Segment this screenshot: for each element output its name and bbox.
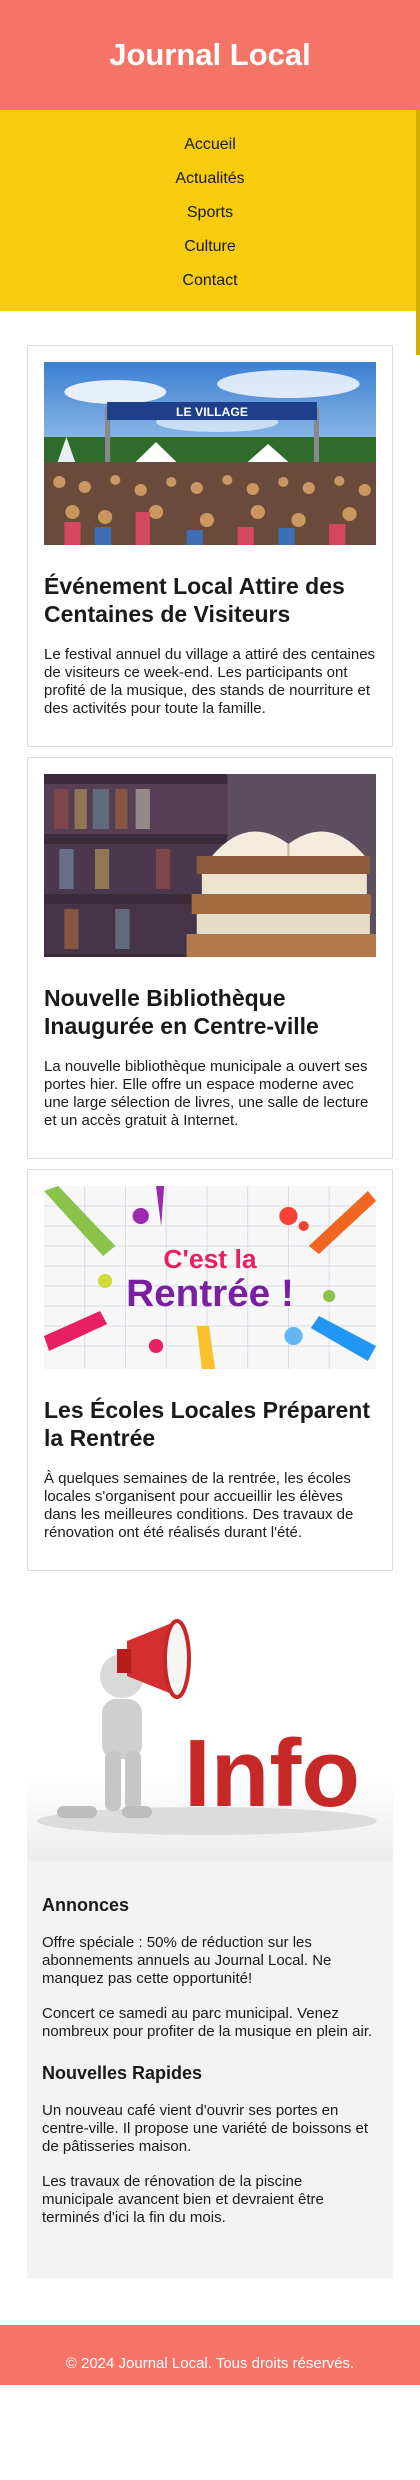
nav-link-sports[interactable]: Sports <box>0 196 420 230</box>
rentree-image: C'est la Rentrée ! <box>44 1186 376 1369</box>
copyright-text: © 2024 Journal Local. Tous droits réserv… <box>65 2355 355 2372</box>
article-card-library: Nouvelle Bibliothèque Inaugurée en Centr… <box>27 757 393 1159</box>
info-megaphone-image: Info <box>27 1581 393 1861</box>
scrollbar[interactable] <box>416 110 420 355</box>
site-header: Journal Local <box>0 0 420 110</box>
news-item: Un nouveau café vient d'ouvrir ses porte… <box>42 2102 369 2155</box>
article-card-school: C'est la Rentrée ! Les Écoles Locales Pr… <box>27 1169 393 1571</box>
nav-link-culture[interactable]: Culture <box>0 230 420 264</box>
nav-link-accueil[interactable]: Accueil <box>0 128 420 162</box>
article-title[interactable]: Nouvelle Bibliothèque Inaugurée en Centr… <box>44 984 376 1040</box>
article-body: Le festival annuel du village a attiré d… <box>44 646 376 717</box>
site-title: Journal Local <box>109 37 311 72</box>
rentree-text-top: C'est la <box>163 1244 257 1274</box>
library-books-image <box>44 774 376 957</box>
rentree-text-bottom: Rentrée ! <box>126 1272 294 1315</box>
quick-news-heading: Nouvelles Rapides <box>42 2063 203 2083</box>
article-body: La nouvelle bibliothèque municipale a ou… <box>44 1058 369 1129</box>
sidebar: Annonces Offre spéciale : 50% de réducti… <box>27 1861 393 2278</box>
article-body: À quelques semaines de la rentrée, les é… <box>44 1470 354 1541</box>
festival-banner-text: LE VILLAGE <box>176 405 248 419</box>
article-card-festival: LE VILLAGE Événement Local Attire des Ce… <box>27 345 393 747</box>
announcement-item: Concert ce samedi au parc municipal. Ven… <box>42 2005 373 2040</box>
news-item: Les travaux de rénovation de la piscine … <box>42 2173 324 2226</box>
article-title[interactable]: Les Écoles Locales Préparent la Rentrée <box>44 1396 376 1452</box>
site-footer: © 2024 Journal Local. Tous droits réserv… <box>0 2325 420 2385</box>
festival-image: LE VILLAGE <box>44 362 376 545</box>
main-nav: Accueil Actualités Sports Culture Contac… <box>0 110 420 355</box>
main-content: LE VILLAGE Événement Local Attire des Ce… <box>0 311 420 2278</box>
nav-link-actualites[interactable]: Actualités <box>0 162 420 196</box>
info-word: Info <box>184 1720 360 1827</box>
announcement-item: Offre spéciale : 50% de réduction sur le… <box>42 1934 332 1987</box>
announcements-heading: Annonces <box>42 1895 130 1915</box>
nav-link-contact[interactable]: Contact <box>0 264 420 298</box>
article-title[interactable]: Événement Local Attire des Centaines de … <box>44 572 376 628</box>
